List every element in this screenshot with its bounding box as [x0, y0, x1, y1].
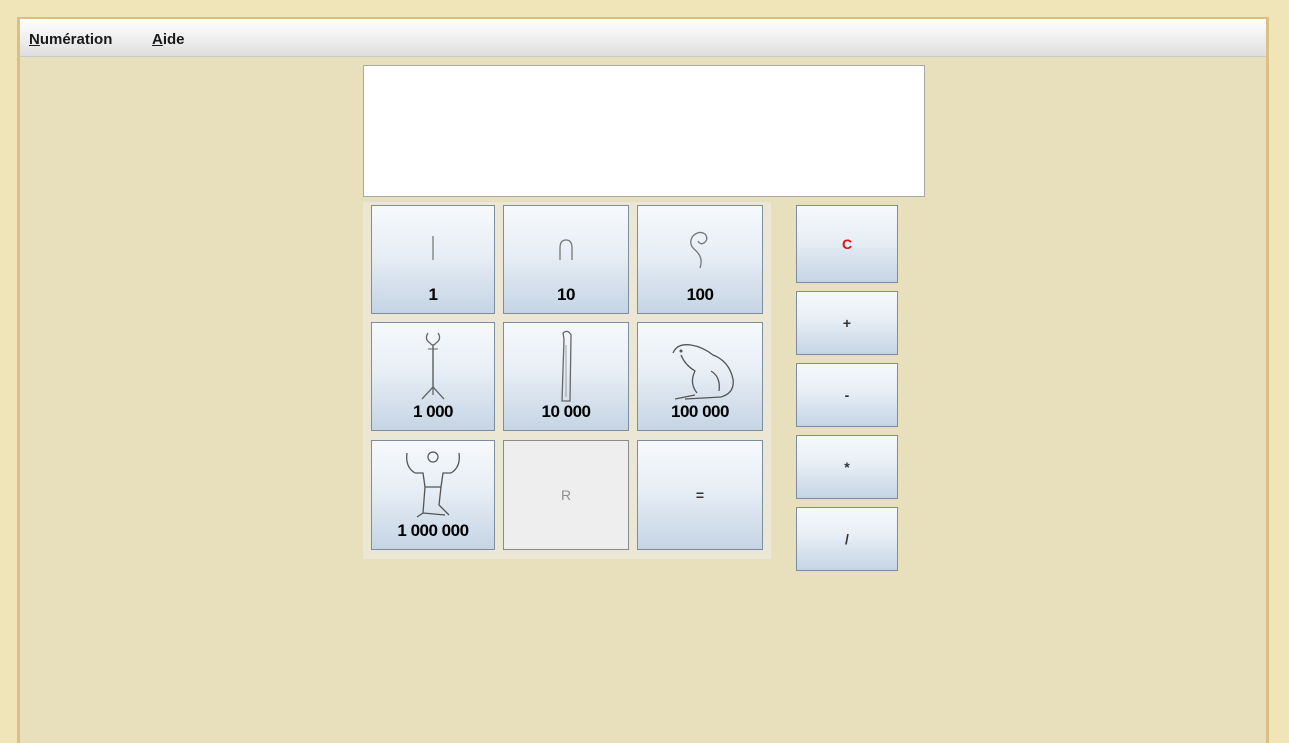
- equals-button[interactable]: =: [637, 440, 763, 550]
- tadpole-frog-hieroglyph-icon: [638, 323, 762, 406]
- menu-numeration-mnemonic: N: [29, 31, 40, 48]
- divide-button[interactable]: /: [796, 507, 898, 571]
- menu-aide-mnemonic: A: [152, 31, 163, 48]
- clear-button-label: C: [841, 236, 853, 252]
- app-window: Numération Aide 1 10 100 1 000 10 000 10…: [17, 17, 1269, 743]
- r-button[interactable]: R: [503, 440, 629, 550]
- minus-button-label: -: [844, 387, 850, 403]
- clear-button[interactable]: C: [796, 205, 898, 283]
- digit-100-button[interactable]: 100: [637, 205, 763, 314]
- digit-1-label: 1: [428, 285, 438, 304]
- digit-100-label: 100: [686, 285, 714, 304]
- digit-1000-label: 1 000: [412, 402, 454, 421]
- digit-1-button[interactable]: 1: [371, 205, 495, 314]
- finger-hieroglyph-icon: [504, 323, 628, 406]
- menu-aide[interactable]: Aide: [152, 31, 185, 48]
- digit-10-button[interactable]: 10: [503, 205, 629, 314]
- menu-bar: Numération Aide: [20, 19, 1266, 57]
- equals-button-label: =: [695, 487, 705, 503]
- digit-10000-button[interactable]: 10 000: [503, 322, 629, 431]
- multiply-button-label: *: [844, 459, 850, 475]
- stroke-hieroglyph-icon: [372, 206, 494, 289]
- divide-button-label: /: [845, 531, 849, 547]
- plus-button[interactable]: +: [796, 291, 898, 355]
- digit-100000-label: 100 000: [671, 402, 729, 421]
- menu-aide-label: ide: [162, 31, 185, 48]
- menu-numeration-label: umération: [39, 31, 113, 48]
- digit-1000000-button[interactable]: 1 000 000: [371, 440, 495, 550]
- digit-100000-button[interactable]: 100 000: [637, 322, 763, 431]
- multiply-button[interactable]: *: [796, 435, 898, 499]
- plus-button-label: +: [842, 315, 852, 331]
- result-display: [363, 65, 925, 197]
- digit-1000-button[interactable]: 1 000: [371, 322, 495, 431]
- digit-1000000-label: 1 000 000: [397, 521, 469, 540]
- digit-10-label: 10: [557, 285, 575, 304]
- minus-button[interactable]: -: [796, 363, 898, 427]
- digit-10000-label: 10 000: [541, 402, 592, 421]
- menu-numeration[interactable]: Numération: [29, 31, 112, 48]
- coil-of-rope-hieroglyph-icon: [638, 206, 762, 289]
- r-button-label: R: [560, 487, 572, 503]
- heh-god-hieroglyph-icon: [372, 441, 494, 525]
- lotus-flower-hieroglyph-icon: [372, 323, 494, 406]
- heel-bone-hieroglyph-icon: [504, 206, 628, 289]
